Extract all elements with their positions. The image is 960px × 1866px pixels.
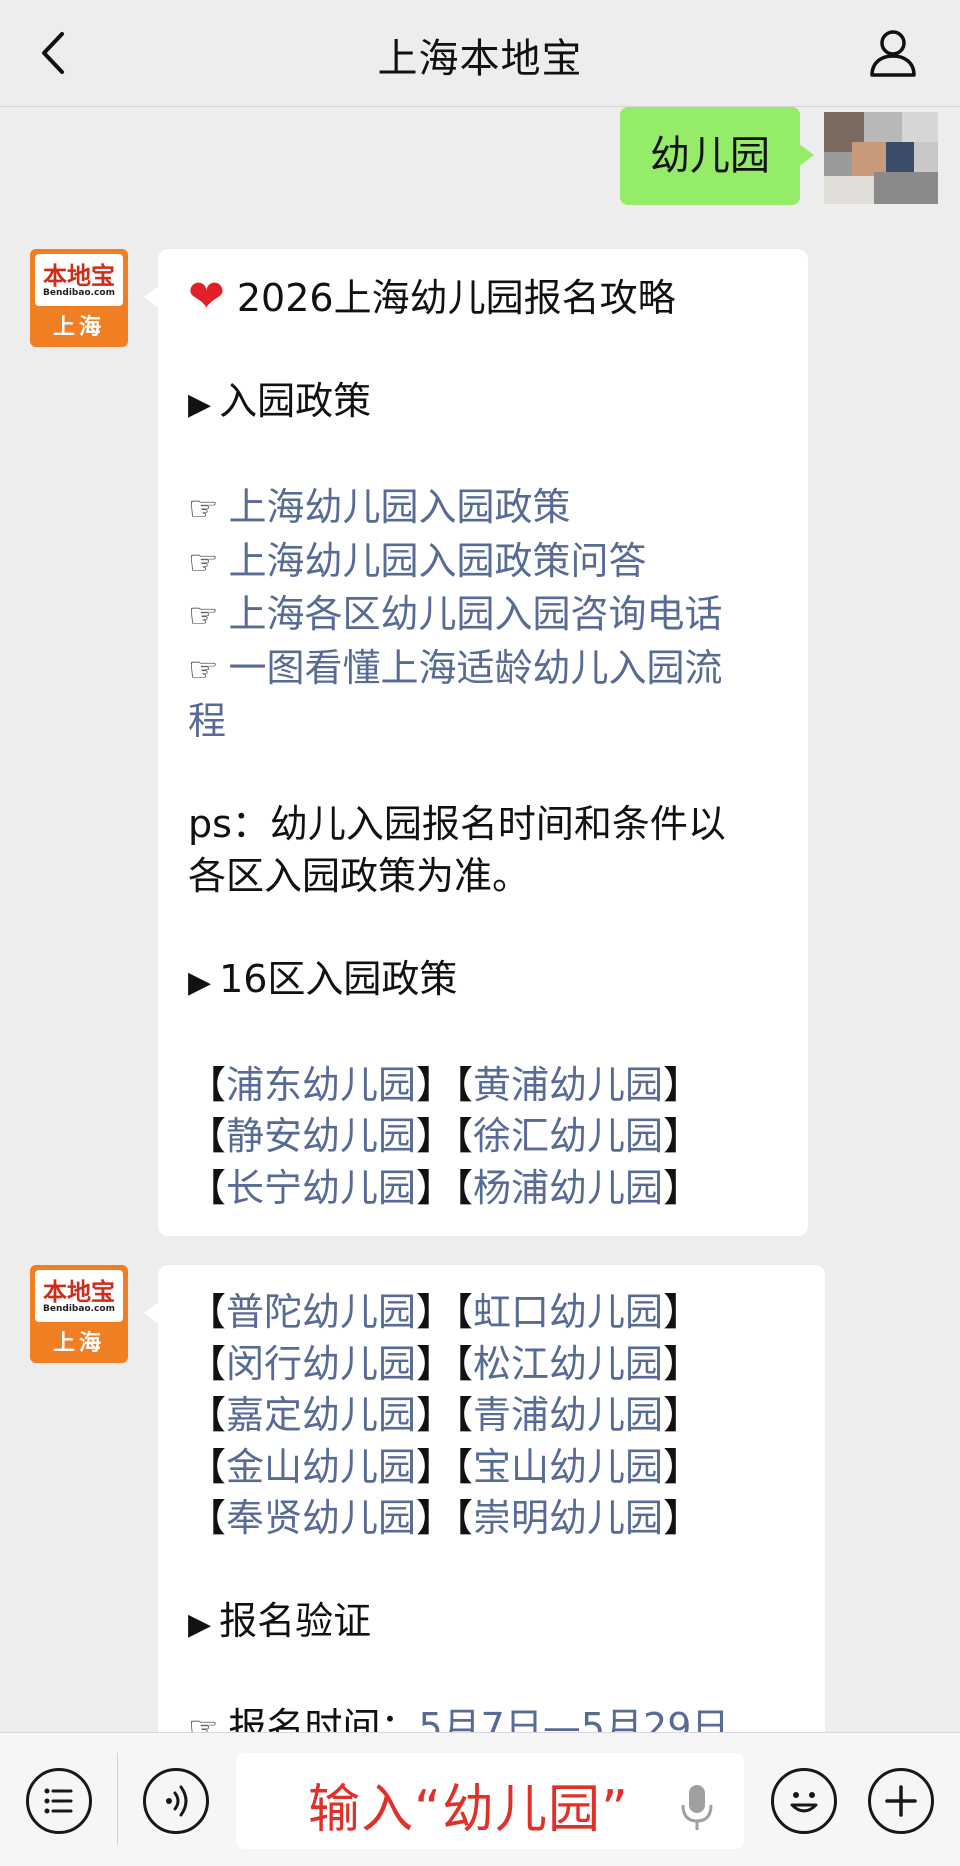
district-link[interactable]: 杨浦幼儿园: [473, 1166, 663, 1210]
district-link[interactable]: 青浦幼儿园: [473, 1393, 663, 1437]
district-link[interactable]: 普陀幼儿园: [226, 1290, 416, 1334]
district-link[interactable]: 黄浦幼儿园: [473, 1063, 663, 1107]
page-title: 上海本地宝: [377, 36, 583, 82]
district-link[interactable]: 宝山幼儿园: [473, 1445, 663, 1489]
input-bar: 输入“幼儿园”: [0, 1732, 960, 1866]
input-placeholder: 输入“幼儿园”: [308, 1780, 629, 1840]
hotline-link[interactable]: ☞ 上海各区幼儿园入园咨询电话: [188, 589, 780, 643]
heart-icon: ❤: [188, 271, 225, 322]
more-plus-button[interactable]: [868, 1768, 934, 1834]
bendibao-logo: 本地宝 Bendibao.com: [35, 1270, 123, 1322]
section-heading: ▶ 16区入园政策: [188, 956, 458, 1001]
message-input[interactable]: 输入“幼儿园”: [236, 1753, 744, 1849]
process-link-continued[interactable]: 程: [188, 696, 780, 748]
district-row: 【金山幼儿园】【宝山幼儿园】: [188, 1444, 702, 1489]
policy-qa-link[interactable]: ☞ 上海幼儿园入园政策问答: [188, 536, 780, 590]
pointing-hand-icon: ☞: [188, 542, 219, 583]
outgoing-message[interactable]: 幼儿园: [620, 107, 814, 205]
pointing-hand-icon: ☞: [188, 649, 219, 690]
district-link[interactable]: 奉贤幼儿园: [226, 1496, 416, 1540]
bendibao-avatar[interactable]: 本地宝 Bendibao.com 上海: [30, 1265, 128, 1363]
voice-wave-icon: [166, 1785, 188, 1817]
district-row: 【普陀幼儿园】【虹口幼儿园】: [188, 1290, 702, 1334]
district-link[interactable]: 徐汇幼儿园: [473, 1114, 663, 1158]
district-link[interactable]: 闵行幼儿园: [226, 1342, 416, 1386]
user-profile-icon[interactable]: [868, 28, 918, 78]
section-heading: ▶ 入园政策: [188, 379, 372, 423]
pointing-hand-icon: ☞: [188, 596, 219, 636]
divider: [117, 1753, 118, 1845]
outgoing-message-text: 幼儿园: [650, 133, 770, 179]
district-row: 【奉贤幼儿园】【崇明幼儿园】: [188, 1496, 702, 1540]
registration-time[interactable]: ☞ 报名时间：5月7日—5月29日: [188, 1702, 797, 1732]
bendibao-avatar[interactable]: 本地宝 Bendibao.com 上海: [30, 249, 128, 347]
top-bar: 上海本地宝: [0, 0, 960, 107]
district-link[interactable]: 静安幼儿园: [226, 1114, 416, 1158]
message-title: ❤ 2026上海幼儿园报名攻略: [188, 271, 676, 322]
microphone-icon[interactable]: [680, 1783, 714, 1833]
smiley-face-icon: [790, 1792, 818, 1813]
district-link[interactable]: 崇明幼儿园: [473, 1496, 663, 1540]
district-link[interactable]: 嘉定幼儿园: [226, 1393, 416, 1437]
pointing-hand-icon: ☞: [188, 489, 219, 529]
district-row: 【嘉定幼儿园】【青浦幼儿园】: [188, 1393, 702, 1437]
ps-note: ps：幼儿入园报名时间和条件以: [188, 802, 726, 846]
play-triangle-icon: ▶: [188, 964, 212, 1000]
chat-area[interactable]: 幼儿园 本地宝 Bendibao.com 上海 ❤ 2026上海幼儿园报名攻略 ▶…: [0, 107, 960, 1732]
district-link[interactable]: 长宁幼儿园: [226, 1166, 416, 1210]
section-heading: ▶ 报名验证: [188, 1599, 372, 1643]
play-triangle-icon: ▶: [188, 1607, 212, 1642]
play-triangle-icon: ▶: [188, 387, 212, 422]
district-link[interactable]: 虹口幼儿园: [473, 1290, 663, 1334]
plus-icon: [885, 1785, 917, 1817]
district-row: 【静安幼儿园】【徐汇幼儿园】: [188, 1114, 702, 1158]
ps-note-continued: 各区入园政策为准。: [188, 853, 531, 898]
district-link[interactable]: 金山幼儿园: [226, 1445, 416, 1489]
pointing-hand-icon: ☞: [188, 1709, 219, 1732]
emoji-button[interactable]: [771, 1768, 837, 1834]
list-icon: [44, 1788, 73, 1814]
district-row: 【闵行幼儿园】【松江幼儿园】: [188, 1341, 702, 1386]
user-avatar[interactable]: [824, 112, 938, 204]
bendibao-logo: 本地宝 Bendibao.com: [35, 254, 123, 306]
process-link[interactable]: ☞ 一图看懂上海适龄幼儿入园流: [188, 643, 780, 697]
district-link[interactable]: 浦东幼儿园: [226, 1063, 416, 1107]
policy-link[interactable]: ☞ 上海幼儿园入园政策: [188, 482, 780, 536]
menu-list-button[interactable]: [26, 1768, 92, 1834]
district-row: 【长宁幼儿园】【杨浦幼儿园】: [188, 1165, 702, 1210]
district-row: 【浦东幼儿园】【黄浦幼儿园】: [188, 1062, 702, 1107]
voice-button[interactable]: [143, 1768, 209, 1834]
incoming-message-1[interactable]: ❤ 2026上海幼儿园报名攻略 ▶ 入园政策 ☞ 上海幼儿园入园政策 ☞ 上海幼儿园入园…: [144, 249, 808, 1236]
incoming-message-2[interactable]: 【普陀幼儿园】【虹口幼儿园】 【闵行幼儿园】【松江幼儿园】 【嘉定幼儿园】【青浦…: [144, 1265, 825, 1732]
district-link[interactable]: 松江幼儿园: [473, 1342, 663, 1386]
